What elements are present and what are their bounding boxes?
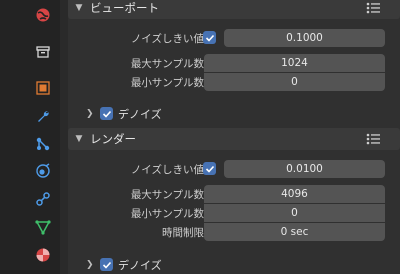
properties-panel: ▼ ビューポート ノイズしきい値 0.1000 最大サンプル数 1024 最小サ… (68, 0, 400, 274)
tab-strip-edge (60, 0, 68, 274)
chevron-right-icon: ❯ (86, 109, 94, 119)
chevron-down-icon: ▼ (75, 3, 83, 13)
wrench-icon (38, 111, 49, 122)
render-denoise-checkbox[interactable] (100, 258, 113, 271)
viewport-min-samples-label: 最小サンプル数 (130, 77, 204, 89)
render-max-samples-row: 最大サンプル数 4096 (68, 184, 400, 204)
collection-icon (36, 46, 50, 58)
tab-material[interactable] (32, 244, 54, 266)
material-icon (36, 248, 50, 262)
viewport-noise-threshold-row: ノイズしきい値 0.1000 (68, 28, 400, 48)
render-max-samples-label: 最大サンプル数 (130, 189, 204, 201)
properties-tab-strip (0, 0, 68, 274)
render-panel-title: レンダー (90, 132, 136, 146)
mesh-data-icon (35, 220, 51, 235)
render-noise-threshold-field[interactable]: 0.0100 (224, 160, 385, 178)
viewport-denoise-label: デノイズ (118, 108, 162, 121)
tab-modifiers[interactable] (32, 105, 54, 127)
render-noise-threshold-row: ノイズしきい値 0.0100 (68, 159, 400, 179)
viewport-min-samples-field[interactable]: 0 (204, 73, 385, 91)
render-panel-header[interactable]: ▼ レンダー (68, 128, 400, 150)
object-icon (36, 81, 50, 95)
list-menu-icon[interactable] (366, 133, 380, 145)
tab-world[interactable] (32, 4, 54, 26)
render-denoise-label: デノイズ (118, 259, 162, 272)
tab-data[interactable] (32, 216, 54, 238)
render-time-limit-label: 時間制限 (162, 227, 204, 239)
render-noise-threshold-label: ノイズしきい値 (130, 164, 204, 176)
viewport-denoise-checkbox[interactable] (100, 107, 113, 120)
checkmark-icon (102, 261, 111, 269)
checkmark-icon (102, 110, 111, 118)
render-min-samples-field[interactable]: 0 (204, 204, 385, 222)
render-denoise-header[interactable]: ❯ デノイズ (86, 256, 162, 274)
tab-object[interactable] (32, 77, 54, 99)
render-min-samples-label: 最小サンプル数 (130, 208, 204, 220)
chevron-down-icon: ▼ (75, 134, 83, 144)
physics-icon (36, 163, 50, 178)
world-icon (36, 8, 50, 22)
render-max-samples-field[interactable]: 4096 (204, 185, 385, 203)
render-min-samples-row: 最小サンプル数 0 (68, 203, 400, 223)
viewport-max-samples-label: 最大サンプル数 (130, 58, 204, 70)
constraint-icon (36, 192, 50, 206)
chevron-right-icon: ❯ (86, 260, 94, 270)
tab-constraints[interactable] (32, 188, 54, 210)
viewport-panel-header[interactable]: ▼ ビューポート (68, 0, 400, 19)
particles-icon (36, 137, 50, 151)
viewport-max-samples-field[interactable]: 1024 (204, 54, 385, 72)
viewport-panel-title: ビューポート (90, 1, 159, 15)
viewport-noise-threshold-field[interactable]: 0.1000 (224, 29, 385, 47)
viewport-denoise-header[interactable]: ❯ デノイズ (86, 105, 162, 123)
viewport-min-samples-row: 最小サンプル数 0 (68, 72, 400, 92)
checkmark-icon (205, 165, 214, 173)
tab-collection[interactable] (32, 41, 54, 63)
tab-physics[interactable] (32, 160, 54, 182)
render-time-limit-row: 時間制限 0 sec (68, 222, 400, 242)
render-noise-threshold-checkbox[interactable] (203, 162, 216, 175)
viewport-noise-threshold-label: ノイズしきい値 (130, 33, 204, 45)
list-menu-icon[interactable] (366, 2, 380, 14)
tab-particles[interactable] (32, 133, 54, 155)
render-time-limit-field[interactable]: 0 sec (204, 223, 385, 241)
checkmark-icon (205, 34, 214, 42)
viewport-noise-threshold-checkbox[interactable] (203, 31, 216, 44)
viewport-max-samples-row: 最大サンプル数 1024 (68, 53, 400, 73)
